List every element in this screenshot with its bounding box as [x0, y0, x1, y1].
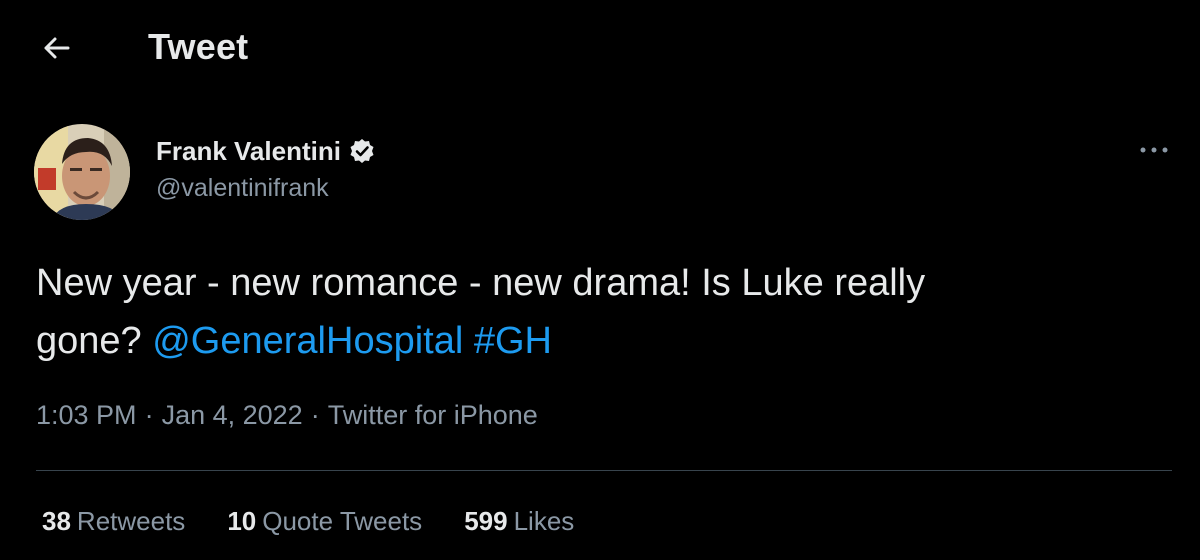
avatar[interactable]: [34, 124, 130, 220]
tweet-date[interactable]: Jan 4, 2022: [162, 400, 303, 430]
page-title: Tweet: [148, 26, 249, 67]
hashtag-link[interactable]: #GH: [474, 320, 552, 362]
likes-label: Likes: [513, 506, 575, 536]
quote-tweets-label: Quote Tweets: [262, 506, 423, 536]
mention-link[interactable]: @GeneralHospital: [152, 320, 463, 362]
tweet-time[interactable]: 1:03 PM: [36, 400, 137, 430]
retweets-count: 38: [42, 506, 71, 536]
verified-badge-icon: [349, 138, 375, 164]
retweets-label: Retweets: [76, 506, 186, 536]
author-name[interactable]: Frank Valentini: [156, 136, 341, 167]
tweet-text: New year - new romance - new drama! Is L…: [36, 254, 1156, 370]
arrow-left-icon: [44, 37, 70, 59]
more-horizontal-icon: [1140, 147, 1168, 153]
tweet-text-plain: gone?: [36, 320, 153, 362]
divider: [36, 470, 1172, 471]
quote-tweets-stat[interactable]: 10 Quote Tweets: [227, 506, 422, 537]
tweet-meta: 1:03 PM · Jan 4, 2022 · Twitter for iPhone: [36, 400, 538, 431]
back-button[interactable]: [36, 32, 76, 64]
quote-tweets-count: 10: [227, 506, 257, 536]
tweet-text-line: gone? @GeneralHospital #GH: [36, 312, 1156, 370]
likes-count: 599: [464, 506, 508, 536]
header: Tweet: [0, 0, 1200, 96]
tweet-stats: 38 Retweets 10 Quote Tweets 599 Likes: [42, 506, 616, 537]
likes-stat[interactable]: 599 Likes: [464, 506, 574, 537]
retweets-stat[interactable]: 38 Retweets: [42, 506, 185, 537]
meta-separator: ·: [310, 400, 320, 430]
avatar-photo: [34, 124, 130, 220]
author-handle[interactable]: @valentinifrank: [156, 174, 329, 203]
meta-separator: ·: [144, 400, 154, 430]
author-name-row: Frank Valentini: [156, 134, 375, 168]
more-options-button[interactable]: [1126, 136, 1182, 164]
tweet-text-line: New year - new romance - new drama! Is L…: [36, 262, 926, 304]
tweet-source[interactable]: Twitter for iPhone: [328, 400, 538, 430]
